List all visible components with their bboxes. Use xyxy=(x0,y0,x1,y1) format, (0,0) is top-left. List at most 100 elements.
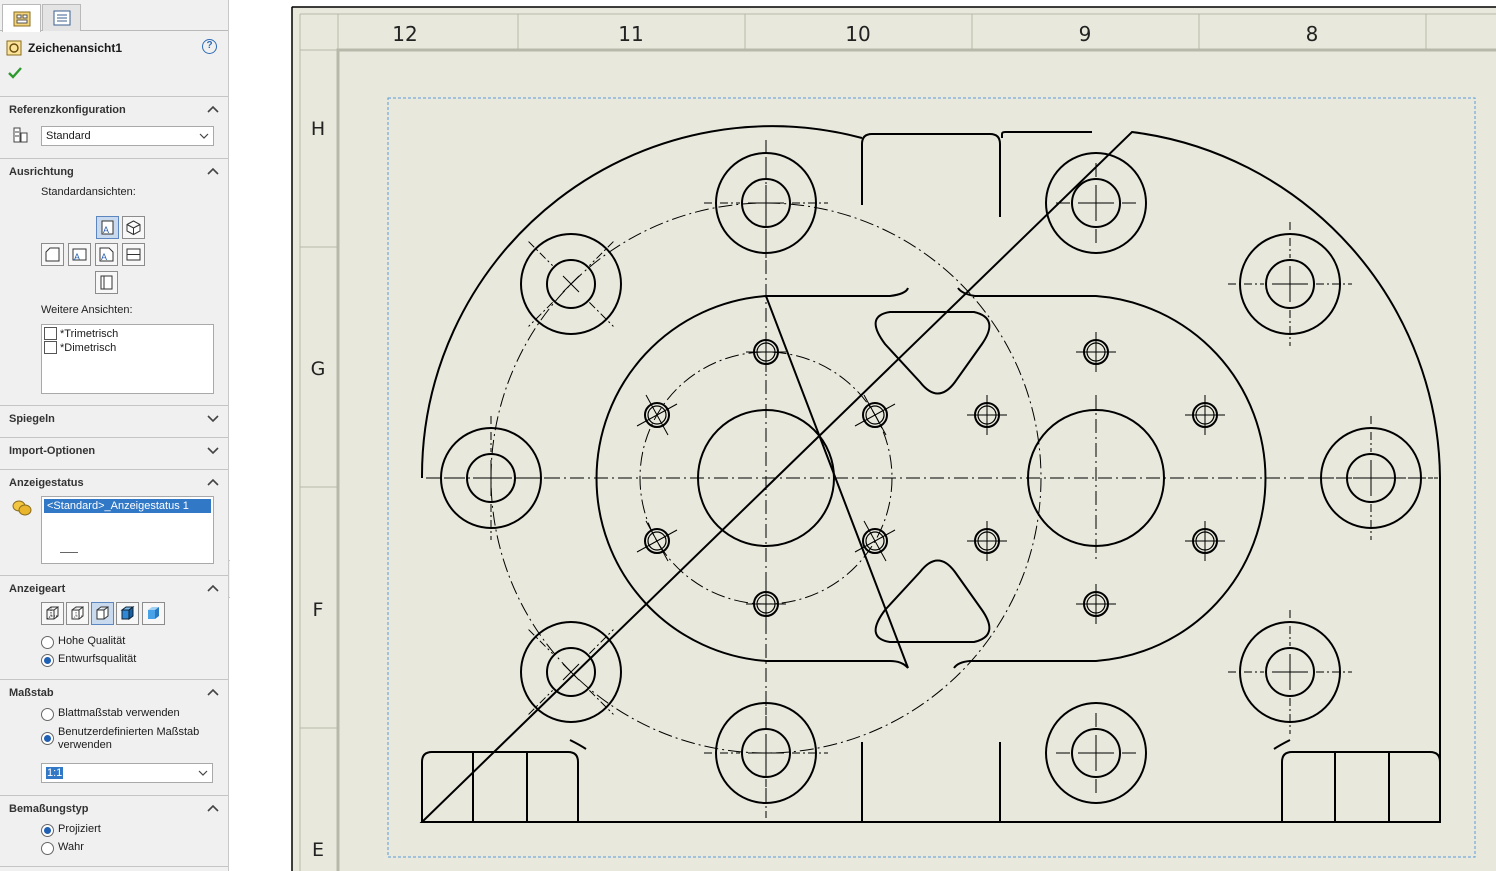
section-header-label: Spiegeln xyxy=(9,413,55,425)
section-display-style[interactable]: Anzeigeart xyxy=(0,575,228,601)
radio-button[interactable] xyxy=(41,732,54,745)
ok-check-icon[interactable] xyxy=(7,65,23,81)
radio-button[interactable] xyxy=(41,708,54,721)
section-header-label: Import-Optionen xyxy=(9,445,96,457)
radio-label: Blattmaßstab verwenden xyxy=(58,707,180,719)
front-view-icon: A xyxy=(101,220,114,235)
hidden-lines-visible-icon xyxy=(71,606,84,620)
list-item-label: *Trimetrisch xyxy=(60,327,119,340)
checkbox[interactable] xyxy=(44,327,57,340)
view-front-button[interactable]: A xyxy=(96,216,119,239)
left-view-icon xyxy=(45,247,60,262)
list-item-label: *Dimetrisch xyxy=(60,341,117,354)
radio-true[interactable]: Wahr xyxy=(41,841,84,855)
view-isometric-button[interactable] xyxy=(122,216,145,239)
section-header-label: Anzeigeart xyxy=(9,583,66,595)
radio-high-quality[interactable]: Hohe Qualität xyxy=(41,635,125,649)
radio-button[interactable] xyxy=(41,824,54,837)
zone-column-label: 11 xyxy=(618,22,643,46)
tab-feature-tree[interactable] xyxy=(42,4,81,31)
reference-config-select[interactable]: Standard xyxy=(41,126,214,146)
section-import-options[interactable]: Import-Optionen xyxy=(0,437,228,463)
section-scale[interactable]: Maßstab xyxy=(0,679,228,705)
style-hidden-removed-button[interactable] xyxy=(91,602,114,625)
checkbox[interactable] xyxy=(44,341,57,354)
bottom-view-icon xyxy=(100,275,113,290)
view-right-button[interactable]: A xyxy=(95,243,118,266)
section-display-state[interactable]: Anzeigestatus xyxy=(0,469,228,495)
radio-sheet-scale[interactable]: Blattmaßstab verwenden xyxy=(41,707,180,721)
isometric-view-icon xyxy=(126,220,141,236)
radio-draft-quality[interactable]: Entwurfsqualität xyxy=(41,653,136,667)
panel-bottom-divider xyxy=(0,866,228,867)
drawing-view-icon xyxy=(6,40,22,56)
style-shaded-edges-button[interactable] xyxy=(116,602,139,625)
zone-row-label: G xyxy=(311,358,326,380)
section-header-label: Ausrichtung xyxy=(9,166,74,178)
panel-title: Zeichenansicht1 xyxy=(28,41,123,55)
section-mirror[interactable]: Spiegeln xyxy=(0,405,228,431)
radio-label: Entwurfsqualität xyxy=(58,653,137,665)
right-view-icon: A xyxy=(99,247,114,262)
display-state-selected-item[interactable]: <Standard>_Anzeigestatus 1 xyxy=(44,499,211,513)
tab-property-manager[interactable] xyxy=(2,4,41,32)
radio-label: Wahr xyxy=(58,841,84,853)
list-item[interactable]: *Trimetrisch xyxy=(44,327,118,340)
chevron-down-icon xyxy=(207,447,219,455)
feature-tree-icon xyxy=(53,10,70,26)
configuration-icon xyxy=(13,127,28,143)
style-shaded-button[interactable] xyxy=(142,602,165,625)
chevron-down-icon xyxy=(198,770,208,776)
custom-scale-value: 1:1 xyxy=(46,767,64,779)
drawing-canvas[interactable]: 12 11 10 9 8 H G F E xyxy=(230,0,1496,871)
radio-projected[interactable]: Projiziert xyxy=(41,823,101,837)
chevron-up-icon xyxy=(207,105,219,113)
custom-scale-select[interactable]: 1:1 xyxy=(41,763,213,783)
svg-text:A: A xyxy=(101,252,107,262)
standard-views-label: Standardansichten: xyxy=(41,186,136,198)
section-header-label: Bemaßungstyp xyxy=(9,803,89,815)
section-header-label: Anzeigestatus xyxy=(9,477,84,489)
property-manager-panel: Zeichenansicht1 ? Referenzkonfiguration … xyxy=(0,0,229,871)
zone-column-label: 9 xyxy=(1079,22,1092,46)
chevron-up-icon xyxy=(207,167,219,175)
chevron-up-icon xyxy=(207,688,219,696)
style-wireframe-button[interactable] xyxy=(41,602,64,625)
radio-button[interactable] xyxy=(41,636,54,649)
svg-text:A: A xyxy=(74,252,80,262)
section-reference-config[interactable]: Referenzkonfiguration xyxy=(0,96,228,122)
zone-column-label: 10 xyxy=(845,22,870,46)
help-icon[interactable]: ? xyxy=(202,39,217,54)
radio-label: Benutzerdefinierten Maßstab verwenden xyxy=(58,726,200,751)
panel-title-row: Zeichenansicht1 ? xyxy=(6,38,221,58)
view-bottom-button[interactable] xyxy=(95,271,118,294)
section-dimension-type[interactable]: Bemaßungstyp xyxy=(0,795,228,821)
wireframe-icon xyxy=(46,606,59,620)
chevron-up-icon xyxy=(207,804,219,812)
zone-row-label: F xyxy=(313,599,324,621)
radio-label: Hohe Qualität xyxy=(58,635,126,647)
view-left-button[interactable] xyxy=(41,243,64,266)
view-top-button[interactable] xyxy=(122,243,145,266)
back-view-icon: A xyxy=(72,248,87,262)
section-orientation[interactable]: Ausrichtung xyxy=(0,158,228,184)
list-item[interactable]: *Dimetrisch xyxy=(44,341,116,354)
view-back-button[interactable]: A xyxy=(68,243,91,266)
more-views-label: Weitere Ansichten: xyxy=(41,304,133,316)
radio-button[interactable] xyxy=(41,654,54,667)
chevron-up-icon xyxy=(207,584,219,592)
property-manager-icon xyxy=(13,11,30,26)
list-separator xyxy=(60,552,78,553)
panel-tab-bar xyxy=(0,0,228,32)
display-state-list[interactable]: <Standard>_Anzeigestatus 1 xyxy=(41,496,214,564)
zone-row-label: H xyxy=(311,118,325,140)
zone-column-label: 8 xyxy=(1306,22,1319,46)
more-views-list: *Trimetrisch *Dimetrisch xyxy=(41,324,214,394)
style-hidden-visible-button[interactable] xyxy=(66,602,89,625)
radio-custom-scale[interactable]: Benutzerdefinierten Maßstab verwenden xyxy=(41,726,219,752)
section-header-label: Referenzkonfiguration xyxy=(9,104,126,116)
sheet-paper xyxy=(291,6,1496,871)
reference-config-value: Standard xyxy=(46,130,91,142)
radio-button[interactable] xyxy=(41,842,54,855)
shaded-icon xyxy=(148,607,159,619)
